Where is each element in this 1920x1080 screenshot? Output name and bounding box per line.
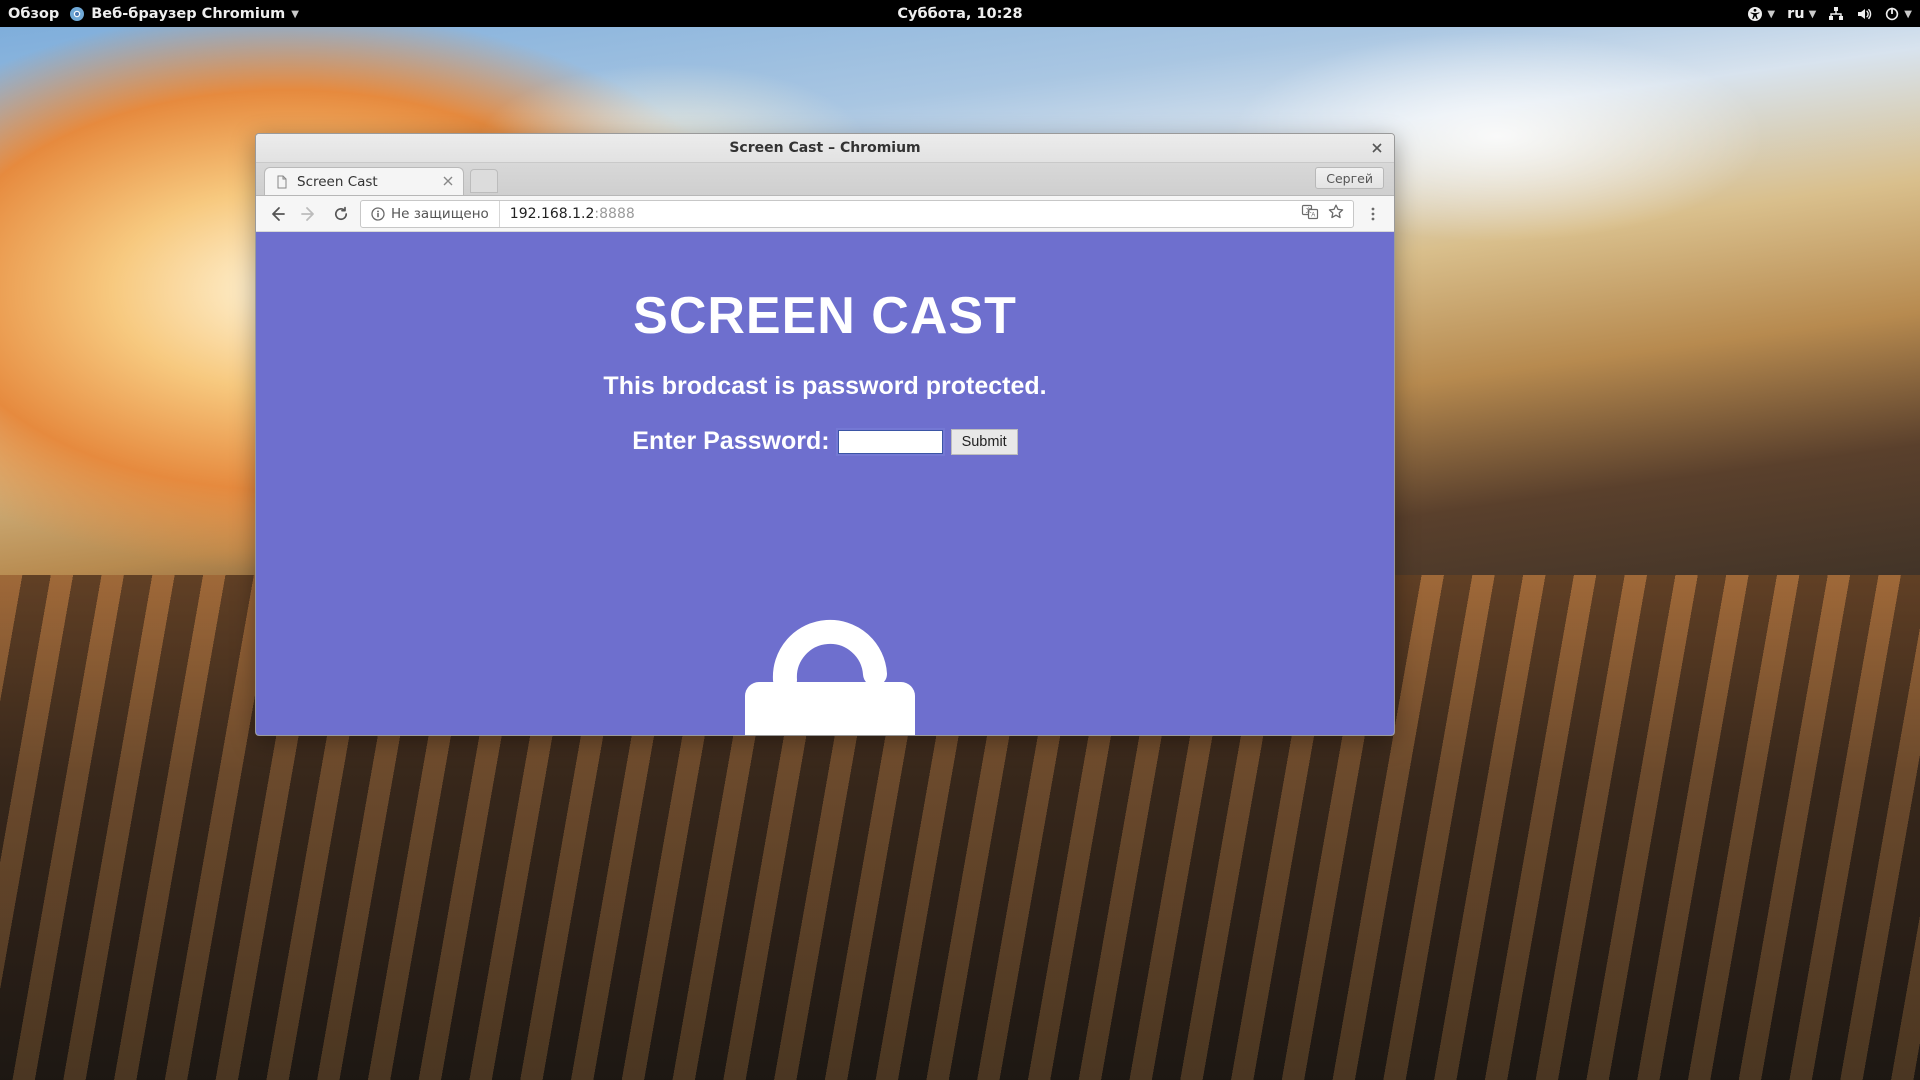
power-icon <box>1884 6 1900 22</box>
chevron-down-icon: ▼ <box>1767 9 1775 20</box>
browser-toolbar: Не защищено 192.168.1.2:8888 文A <box>256 196 1394 232</box>
back-button[interactable] <box>264 201 290 227</box>
new-tab-button[interactable] <box>470 169 498 193</box>
browser-menu-button[interactable] <box>1360 201 1386 227</box>
tab-title: Screen Cast <box>297 174 378 190</box>
app-menu-label: Веб-браузер Chromium <box>91 6 285 22</box>
kebab-icon <box>1365 206 1381 222</box>
app-menu[interactable]: Веб-браузер Chromium ▼ <box>69 6 299 22</box>
reload-icon <box>332 205 350 223</box>
window-title: Screen Cast – Chromium <box>729 140 920 156</box>
network-icon[interactable] <box>1828 6 1844 22</box>
password-form: Enter Password: Submit <box>256 427 1394 456</box>
chevron-down-icon: ▼ <box>1904 9 1912 20</box>
star-icon <box>1327 203 1345 221</box>
arrow-left-icon <box>268 205 286 223</box>
window-titlebar[interactable]: Screen Cast – Chromium <box>256 134 1394 163</box>
translate-button[interactable]: 文A <box>1301 203 1319 225</box>
chevron-down-icon: ▼ <box>1809 9 1817 20</box>
volume-icon[interactable] <box>1856 6 1872 22</box>
page-heading: SCREEN CAST <box>256 286 1394 346</box>
lock-icon <box>715 530 935 735</box>
browser-tab[interactable]: Screen Cast <box>264 167 464 195</box>
address-bar[interactable]: Не защищено 192.168.1.2:8888 文A <box>360 200 1354 228</box>
profile-button[interactable]: Сергей <box>1315 167 1384 189</box>
accessibility-menu[interactable]: ▼ <box>1747 6 1775 22</box>
password-label: Enter Password: <box>632 427 829 456</box>
page-subheading: This brodcast is password protected. <box>256 372 1394 401</box>
activities-button[interactable]: Обзор <box>8 6 59 22</box>
forward-button[interactable] <box>296 201 322 227</box>
window-close-button[interactable] <box>1368 139 1386 157</box>
page-viewport: SCREEN CAST This brodcast is password pr… <box>256 232 1394 735</box>
translate-icon: 文A <box>1301 203 1319 221</box>
security-label: Не защищено <box>391 206 489 222</box>
keyboard-layout-label: ru <box>1787 6 1804 22</box>
close-icon <box>443 176 453 186</box>
security-indicator[interactable]: Не защищено <box>361 201 500 227</box>
password-input[interactable] <box>838 430 943 454</box>
gnome-topbar: Обзор Веб-браузер Chromium ▼ Суббота, 10… <box>0 0 1920 27</box>
browser-window: Screen Cast – Chromium Screen Cast Серге… <box>255 133 1395 736</box>
clock[interactable]: Суббота, 10:28 <box>897 6 1022 22</box>
svg-text:A: A <box>1311 212 1315 218</box>
bookmark-button[interactable] <box>1327 203 1345 225</box>
submit-button[interactable]: Submit <box>951 429 1018 455</box>
power-menu[interactable]: ▼ <box>1884 6 1912 22</box>
chromium-icon <box>69 6 85 22</box>
reload-button[interactable] <box>328 201 354 227</box>
arrow-right-icon <box>300 205 318 223</box>
tab-close-button[interactable] <box>443 174 453 190</box>
url-text: 192.168.1.2:8888 <box>500 206 1293 222</box>
keyboard-layout[interactable]: ru ▼ <box>1787 6 1816 22</box>
close-icon <box>1371 142 1383 154</box>
tab-strip: Screen Cast Сергей <box>256 163 1394 196</box>
accessibility-icon <box>1747 6 1763 22</box>
info-icon <box>371 207 385 221</box>
file-icon <box>275 175 289 189</box>
chevron-down-icon: ▼ <box>291 9 299 20</box>
page-content: SCREEN CAST This brodcast is password pr… <box>256 232 1394 735</box>
